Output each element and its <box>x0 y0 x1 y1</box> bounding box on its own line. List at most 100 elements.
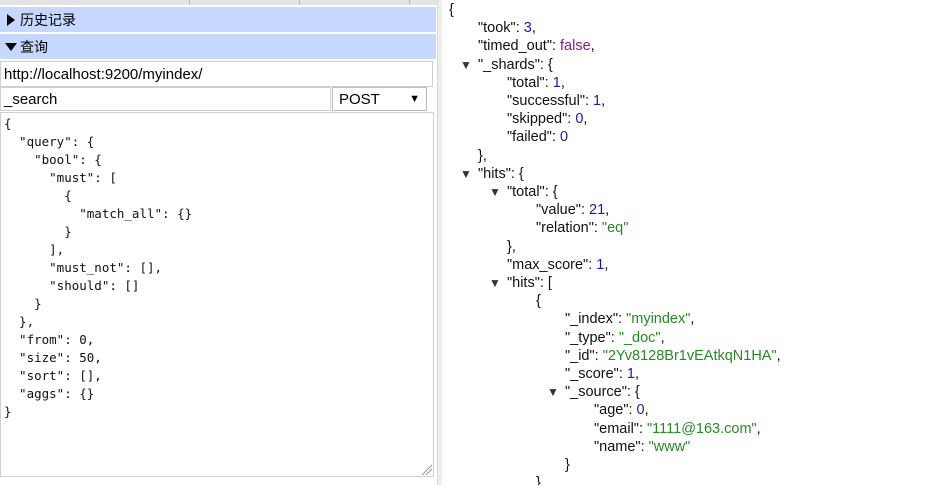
collapse-toggle-icon[interactable]: ▼ <box>489 274 503 292</box>
json-token: "age": <box>594 402 637 419</box>
json-token: , <box>634 366 639 382</box>
json-token: "_score": <box>565 366 627 382</box>
response-json-line: "timed_out": false, <box>478 37 595 55</box>
response-json-line: "skipped": 0, <box>507 110 587 128</box>
json-token: "1111@163.com" <box>647 420 757 437</box>
request-body-text: { "query": { "bool": { "must": [ { "matc… <box>1 113 433 421</box>
response-json-line: { <box>449 1 454 19</box>
response-json-line: "_id": "2Yv8128Br1vEAtkqN1HA", <box>565 347 781 365</box>
json-token: 0 <box>636 402 645 419</box>
json-token: , <box>660 329 665 346</box>
collapse-toggle-icon[interactable]: ▼ <box>460 165 474 183</box>
method-select[interactable]: POST ▼ <box>332 87 427 111</box>
request-body-line: { <box>4 116 12 131</box>
json-token: , <box>644 402 649 419</box>
json-token: , <box>560 74 565 91</box>
tab-strip-segment[interactable] <box>0 0 190 5</box>
request-body-editor[interactable]: { "query": { "bool": { "must": [ { "matc… <box>0 112 434 477</box>
json-token: "failed": <box>507 129 561 146</box>
response-json-line: "total": 1, <box>507 74 565 92</box>
json-token: "email": <box>594 420 648 437</box>
expand-right-icon <box>3 12 19 28</box>
response-json-line: }, <box>478 147 487 165</box>
json-token: "_type": <box>565 329 619 346</box>
json-token: , <box>531 20 536 37</box>
response-json-line: { <box>536 292 541 310</box>
request-body-line: }, <box>4 314 35 329</box>
response-json-line: "_score": 1, <box>565 365 639 383</box>
json-token: "www" <box>648 438 691 455</box>
response-json-line: "successful": 1, <box>507 92 605 110</box>
request-body-line: "match_all": {} <box>4 206 193 221</box>
json-token: 1 <box>626 366 635 382</box>
request-body-line: ], <box>4 242 65 257</box>
request-body-line: } <box>4 296 42 311</box>
json-token: }, <box>507 238 516 255</box>
json-token: , <box>601 93 606 109</box>
query-panel: 历史记录 查询 http://localhost:9200/myindex/ _… <box>0 0 437 485</box>
response-viewer: {"took": 3, "timed_out": false, ▼ "_shards"… <box>443 0 933 485</box>
query-section-header[interactable]: 查询 <box>0 34 436 59</box>
response-json-line: "name": "www" <box>594 438 690 456</box>
request-body-line: } <box>4 224 72 239</box>
json-token: 3 <box>523 20 532 37</box>
json-token: "relation": <box>536 220 602 237</box>
response-json-line: "_index": "myindex", <box>565 310 694 328</box>
json-token: } <box>565 457 570 473</box>
json-token: "successful": <box>507 93 594 109</box>
response-json-line: ▼ "hits": { <box>460 165 524 183</box>
response-json-line: "max_score": 1, <box>507 256 608 274</box>
json-token: 1 <box>552 74 561 91</box>
collapse-down-icon <box>3 39 19 55</box>
json-token: "total": { <box>507 184 558 200</box>
json-token: "skipped": <box>507 111 576 128</box>
json-token: }, <box>478 147 487 164</box>
request-body-line: "query": { <box>4 134 95 149</box>
url-input[interactable]: http://localhost:9200/myindex/ <box>0 61 433 87</box>
method-select-value: POST <box>339 90 380 108</box>
json-token: false <box>560 38 591 55</box>
response-json-line: "age": 0, <box>594 401 649 419</box>
response-json-line: } <box>536 474 541 485</box>
response-json-line: }, <box>507 238 516 256</box>
json-token: , <box>590 38 595 55</box>
collapse-toggle-icon[interactable]: ▼ <box>460 56 474 74</box>
json-token: "took": <box>478 20 524 37</box>
history-label: 历史记录 <box>20 12 76 29</box>
json-token: 0 <box>560 129 569 146</box>
request-body-line: } <box>4 404 12 419</box>
response-json-line: "took": 3, <box>478 19 536 37</box>
tab-strip-segment[interactable] <box>300 0 410 5</box>
panel-divider[interactable] <box>437 0 442 485</box>
json-token: "total": <box>507 74 553 91</box>
json-token: "2Yv8128Br1vEAtkqN1HA" <box>602 347 777 364</box>
request-body-line: { <box>4 188 72 203</box>
json-token: , <box>776 347 781 364</box>
json-token: "myindex" <box>626 311 691 328</box>
response-json-line: ▼ "total": { <box>489 183 558 201</box>
json-token: "max_score": <box>507 256 597 273</box>
collapse-toggle-icon[interactable]: ▼ <box>547 383 561 401</box>
request-body-line: "must_not": [], <box>4 260 163 275</box>
response-json-line: "value": 21, <box>536 201 609 219</box>
response-json-line: } <box>565 456 570 474</box>
tab-strip <box>0 0 437 5</box>
json-token: { <box>536 293 541 310</box>
resize-handle-icon[interactable] <box>420 463 432 475</box>
json-token: 1 <box>593 93 602 109</box>
tab-strip-segment[interactable] <box>190 0 300 5</box>
request-body-line: "sort": [], <box>4 368 102 383</box>
request-body-line: "size": 50, <box>4 350 102 365</box>
request-body-line: "must": [ <box>4 170 117 185</box>
request-body-line: "aggs": {} <box>4 386 95 401</box>
json-token: "hits": [ <box>507 275 552 291</box>
response-json-line: "_type": "_doc", <box>565 329 665 347</box>
request-body-line: "bool": { <box>4 152 102 167</box>
response-json-line: ▼ "_shards": { <box>460 56 553 74</box>
json-token: "_source": { <box>565 384 640 401</box>
collapse-toggle-icon[interactable]: ▼ <box>489 183 503 201</box>
json-token: "_id": <box>565 347 603 364</box>
path-input[interactable]: _search <box>0 87 331 111</box>
json-token: "_index": <box>565 311 627 328</box>
history-section-header[interactable]: 历史记录 <box>0 7 436 32</box>
